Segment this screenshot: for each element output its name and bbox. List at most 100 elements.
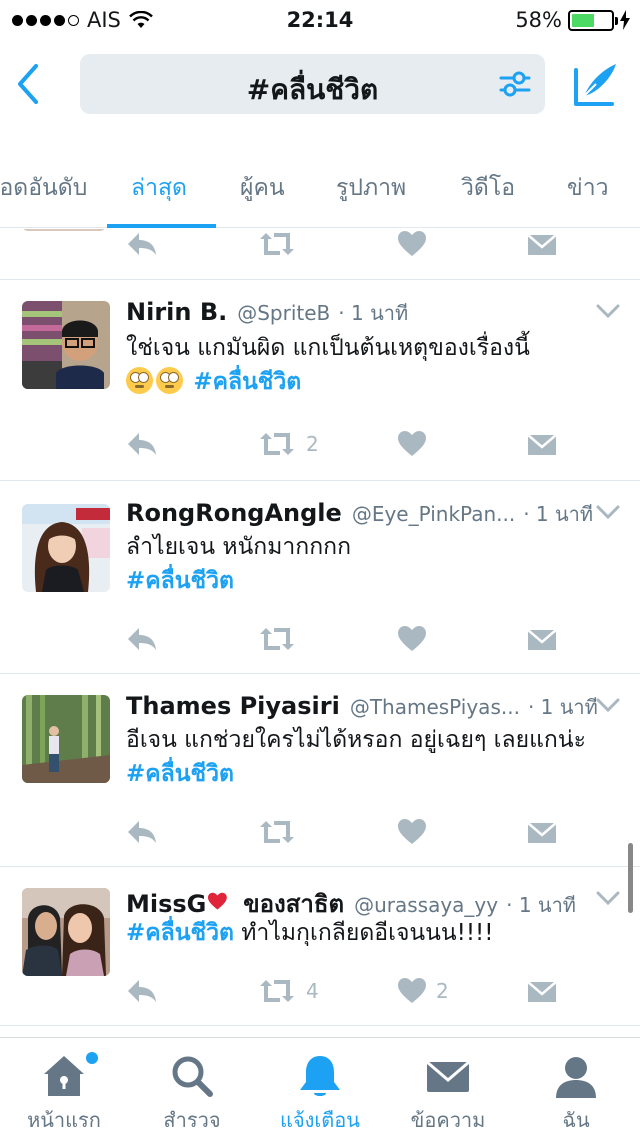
tweet-header: Thames Piyasiri @ThamesPiyas... · 1 นาที — [126, 691, 598, 725]
avatar[interactable] — [22, 504, 110, 592]
tab-latest[interactable]: ล่าสุด — [131, 170, 187, 206]
heart-icon — [398, 978, 426, 1003]
chevron-down-icon[interactable] — [596, 504, 620, 520]
retweet-icon — [260, 628, 294, 650]
chevron-down-icon[interactable] — [596, 697, 620, 713]
tweet-text-line: ลำไยเจน หนักมากกกก — [126, 534, 352, 560]
hashtag-link[interactable]: #คลื่นชีวิต — [126, 568, 234, 594]
reply-button[interactable] — [126, 429, 158, 459]
tab-notifications[interactable]: แจ้งเตือน — [256, 1038, 384, 1136]
home-icon — [44, 1056, 84, 1096]
like-button[interactable] — [398, 624, 426, 654]
avatar[interactable] — [22, 229, 106, 231]
direct-message-button[interactable] — [526, 229, 558, 259]
tab-people[interactable]: ผู้คน — [240, 170, 285, 206]
tweet-actions — [126, 624, 558, 654]
tab-label: หน้าแรก — [27, 1108, 101, 1132]
username[interactable]: @Eye_PinkPan... — [352, 502, 515, 526]
retweet-button[interactable]: 2 — [258, 429, 319, 459]
tweet-feed[interactable]: Nirin B. @SpriteB · 1 นาที ใช่เจน แกมันผ… — [0, 229, 640, 1037]
scrollbar[interactable] — [628, 843, 633, 913]
tab-messages[interactable]: ข้อความ — [384, 1038, 512, 1136]
retweet-button[interactable] — [258, 229, 296, 259]
active-tab-indicator — [107, 224, 216, 228]
tweet-header: MissG ของสาธิต @urassaya_yy · 1 นาที — [126, 884, 576, 918]
tab-videos[interactable]: วิดีโอ — [461, 170, 515, 206]
divider — [0, 279, 640, 280]
compose-icon[interactable] — [572, 60, 620, 108]
battery-icon — [568, 9, 618, 31]
reply-icon — [128, 980, 156, 1002]
timestamp: · 1 นาที — [527, 695, 598, 719]
envelope-icon — [527, 981, 557, 1002]
retweet-button[interactable]: 4 — [258, 976, 319, 1006]
tweet-text: ลำไยเจน หนักมากกกก #คลื่นชีวิต — [126, 530, 626, 598]
divider — [0, 1025, 640, 1026]
retweet-button[interactable] — [258, 817, 296, 847]
username[interactable]: @urassaya_yy — [354, 893, 498, 917]
username[interactable]: @SpriteB — [237, 301, 330, 325]
like-button[interactable] — [398, 429, 426, 459]
notification-dot — [86, 1052, 98, 1064]
display-name[interactable]: Nirin B. — [126, 298, 227, 326]
retweet-count: 2 — [306, 432, 319, 456]
retweet-button[interactable] — [258, 624, 296, 654]
tweet-text: #คลื่นชีวิต ทำไมกุเกลียดอีเจนนน!!!! — [126, 916, 626, 950]
reply-button[interactable] — [126, 817, 158, 847]
reply-button[interactable] — [126, 976, 158, 1006]
display-name[interactable]: MissG — [126, 890, 206, 918]
heart-icon — [398, 431, 426, 456]
chevron-down-icon[interactable] — [596, 303, 620, 319]
tab-label: ข้อความ — [410, 1108, 486, 1132]
search-bar[interactable]: #คลื่นชีวิต — [80, 54, 545, 114]
hashtag-link[interactable]: #คลื่นชีวิต — [193, 369, 301, 395]
tweet-text-line: #คลื่นชีวิต — [126, 564, 626, 598]
username[interactable]: @ThamesPiyas... — [350, 695, 520, 719]
avatar[interactable] — [22, 695, 110, 783]
hashtag-link[interactable]: #คลื่นชีวิต — [126, 761, 234, 787]
avatar[interactable] — [22, 888, 110, 976]
tweet-header: RongRongAngle @Eye_PinkPan... · 1 นาที — [126, 498, 593, 532]
heart-icon — [398, 626, 426, 651]
avatar[interactable] — [22, 301, 110, 389]
direct-message-button[interactable] — [526, 624, 558, 654]
tweet-actions: 4 2 — [126, 976, 558, 1006]
sliders-icon[interactable] — [499, 70, 531, 98]
chevron-down-icon[interactable] — [596, 890, 620, 906]
reply-button[interactable] — [126, 624, 158, 654]
tweet-header: Nirin B. @SpriteB · 1 นาที — [126, 297, 576, 331]
avatar-image — [22, 301, 110, 389]
tab-news[interactable]: ข่าว — [567, 170, 609, 206]
search-query[interactable]: #คลื่นชีวิต — [80, 68, 545, 112]
person-icon — [556, 1057, 596, 1098]
chevron-left-icon[interactable] — [14, 62, 44, 106]
tweet-item[interactable]: Thames Piyasiri @ThamesPiyas... · 1 นาที… — [0, 691, 640, 871]
envelope-icon — [527, 434, 557, 455]
tweet-item[interactable]: Nirin B. @SpriteB · 1 นาที ใช่เจน แกมันผ… — [0, 297, 640, 477]
tweet-item[interactable]: RongRongAngle @Eye_PinkPan... · 1 นาที ล… — [0, 498, 640, 678]
retweet-icon — [260, 821, 294, 843]
direct-message-button[interactable] — [526, 817, 558, 847]
retweet-icon — [260, 980, 294, 1002]
like-button[interactable] — [398, 229, 426, 259]
hashtag-link[interactable]: #คลื่นชีวิต — [126, 920, 234, 946]
tab-home[interactable]: หน้าแรก — [0, 1038, 128, 1136]
envelope-icon — [527, 629, 557, 650]
like-button[interactable] — [398, 817, 426, 847]
like-count: 2 — [436, 979, 449, 1003]
reply-icon — [128, 433, 156, 455]
status-right: 58% — [515, 8, 630, 32]
reply-icon — [128, 821, 156, 843]
direct-message-button[interactable] — [526, 976, 558, 1006]
tab-explore[interactable]: สำรวจ — [128, 1038, 256, 1136]
tab-me[interactable]: ฉัน — [512, 1038, 640, 1136]
reply-button[interactable] — [126, 229, 158, 259]
display-name[interactable]: Thames Piyasiri — [126, 692, 340, 720]
display-name[interactable]: RongRongAngle — [126, 499, 342, 527]
tab-photos[interactable]: รูปภาพ — [336, 170, 406, 206]
like-button[interactable]: 2 — [398, 976, 449, 1006]
eye-roll-emoji-icon — [156, 367, 183, 394]
tweet-item[interactable]: MissG ของสาธิต @urassaya_yy · 1 นาที #คล… — [0, 884, 640, 1037]
direct-message-button[interactable] — [526, 429, 558, 459]
tab-top[interactable]: ยอดอันดับ — [0, 170, 87, 206]
